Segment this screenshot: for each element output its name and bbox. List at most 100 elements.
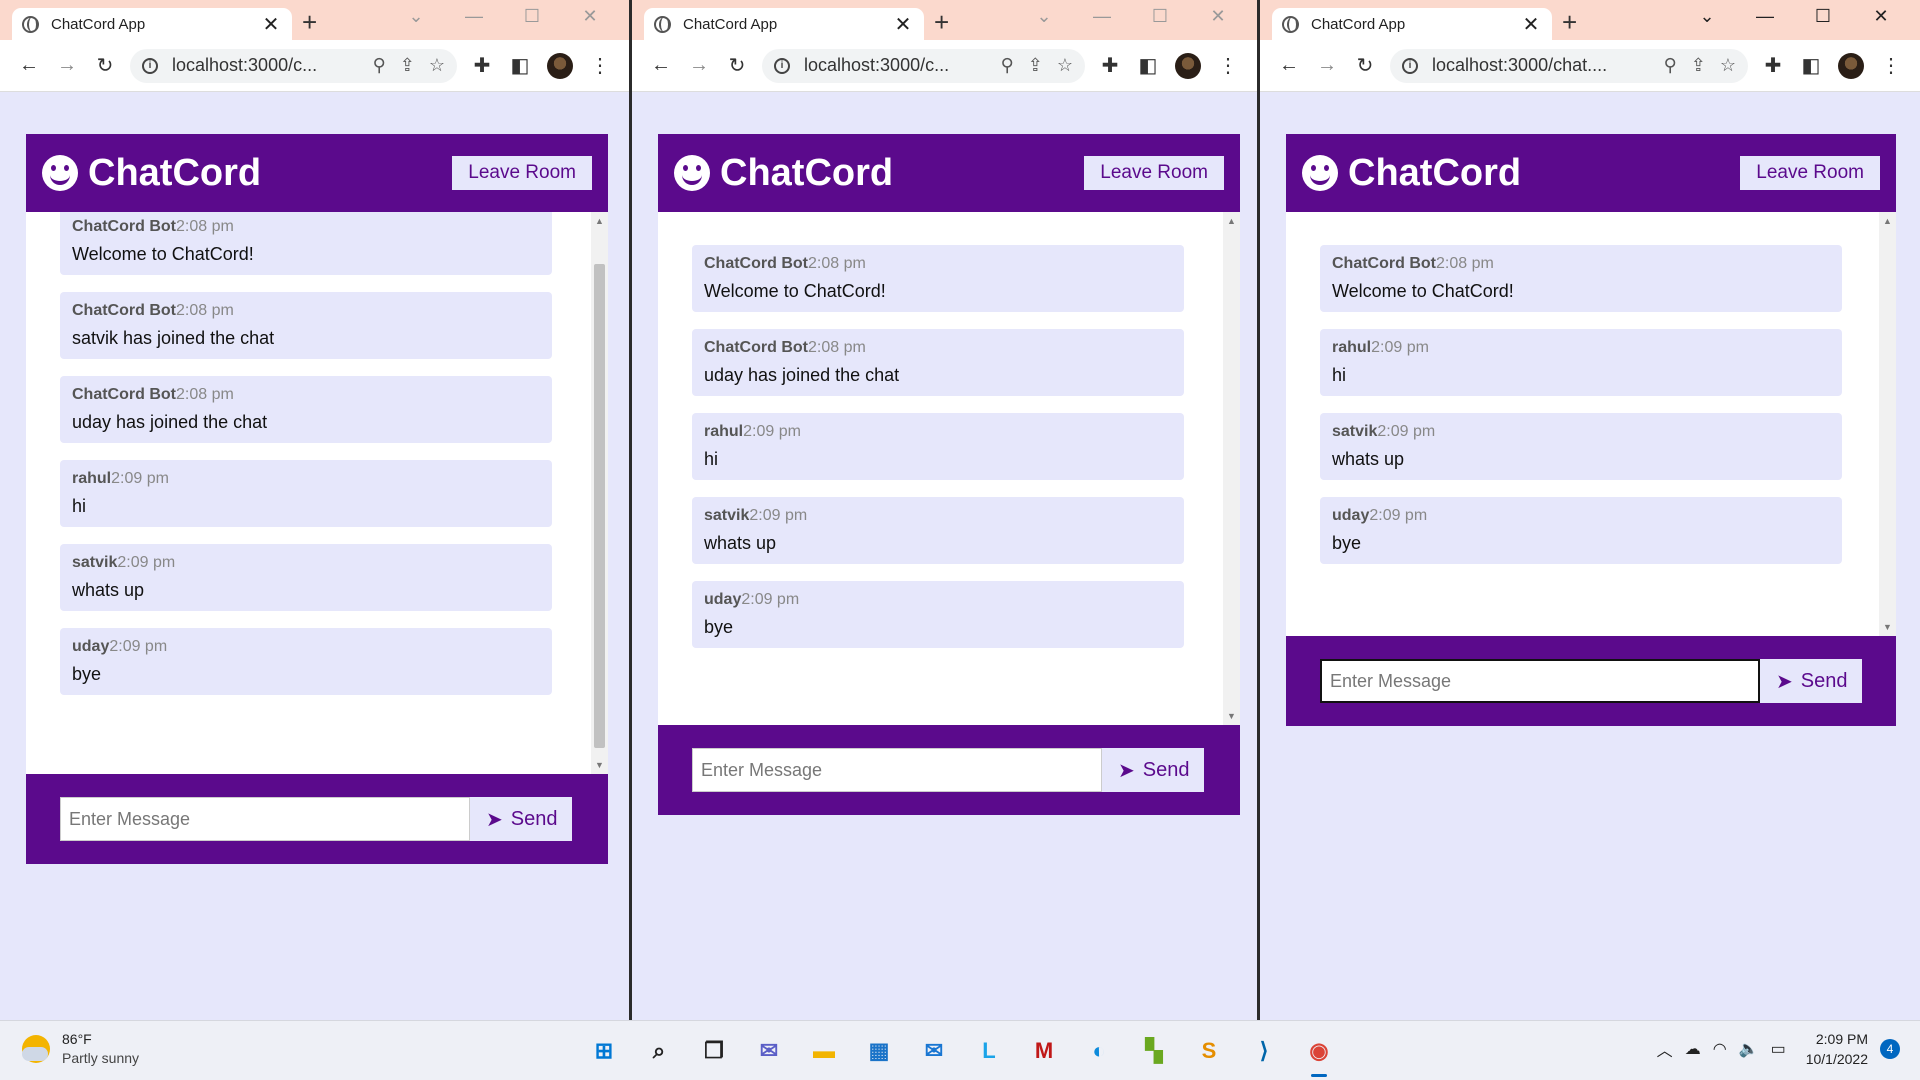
close-window-button[interactable]: ✕	[561, 6, 619, 27]
kebab-menu-icon[interactable]: ⋮	[1209, 53, 1247, 78]
close-window-button[interactable]: ✕	[1852, 6, 1910, 27]
chat-messages[interactable]: ChatCord Bot2:08 pm Welcome to ChatCord! r…	[1286, 212, 1896, 636]
mail-icon[interactable]: ✉	[916, 1033, 952, 1069]
back-icon[interactable]: ←	[642, 54, 680, 77]
message-input[interactable]	[60, 797, 470, 841]
scrollbar[interactable]: ▲ ▼	[591, 212, 608, 774]
forward-icon[interactable]: →	[680, 54, 718, 77]
browser-tab[interactable]: ChatCord App ✕	[644, 8, 924, 40]
scroll-up-arrow[interactable]: ▲	[1223, 216, 1240, 226]
share-icon[interactable]: ⇪	[1028, 55, 1043, 76]
reload-icon[interactable]: ↻	[718, 53, 756, 78]
browser-tab[interactable]: ChatCord App ✕	[1272, 8, 1552, 40]
zoom-icon[interactable]: ⚲	[1001, 55, 1014, 76]
leave-room-button[interactable]: Leave Room	[1084, 156, 1224, 190]
kebab-menu-icon[interactable]: ⋮	[1872, 53, 1910, 78]
info-icon[interactable]: i	[1402, 57, 1418, 74]
leave-room-button[interactable]: Leave Room	[452, 156, 592, 190]
send-button[interactable]: ➤ Send	[470, 797, 572, 841]
scroll-up-arrow[interactable]: ▲	[1879, 216, 1896, 226]
mcafee-icon[interactable]: M	[1026, 1033, 1062, 1069]
task-view-icon[interactable]: ❐	[696, 1033, 732, 1069]
message-input[interactable]	[692, 748, 1102, 792]
chat-messages[interactable]: ChatCord Bot2:08 pm Welcome to ChatCord! C…	[658, 212, 1240, 725]
l-app-icon[interactable]: L	[971, 1033, 1007, 1069]
scroll-down-arrow[interactable]: ▼	[591, 760, 608, 770]
reload-icon[interactable]: ↻	[86, 53, 124, 78]
tab-close-button[interactable]: ✕	[260, 12, 282, 37]
extensions-icon[interactable]: ✚	[1754, 53, 1792, 78]
info-icon[interactable]: i	[142, 57, 158, 74]
profile-avatar[interactable]	[547, 52, 573, 79]
new-tab-button[interactable]: +	[934, 9, 949, 35]
profile-avatar[interactable]	[1175, 52, 1201, 79]
maximize-button[interactable]: ☐	[503, 6, 561, 27]
scrollbar[interactable]: ▲ ▼	[1223, 212, 1240, 725]
scrollbar-thumb[interactable]	[594, 264, 605, 748]
scroll-down-arrow[interactable]: ▼	[1879, 622, 1896, 632]
speaker-icon[interactable]: 🔈	[1739, 1039, 1759, 1059]
forward-icon[interactable]: →	[48, 54, 86, 77]
extensions-icon[interactable]: ✚	[1091, 53, 1129, 78]
kebab-menu-icon[interactable]: ⋮	[581, 53, 619, 78]
forward-icon[interactable]: →	[1308, 54, 1346, 77]
side-panel-icon[interactable]: ◧	[1792, 53, 1830, 78]
tab-close-button[interactable]: ✕	[892, 12, 914, 37]
new-tab-button[interactable]: +	[302, 9, 317, 35]
chevron-down-icon[interactable]: ⌄	[387, 6, 445, 27]
address-bar[interactable]: i localhost:3000/chat.... ⚲ ⇪ ☆	[1390, 48, 1748, 83]
scroll-up-arrow[interactable]: ▲	[591, 216, 608, 226]
browser-tab[interactable]: ChatCord App ✕	[12, 8, 292, 40]
address-bar[interactable]: i localhost:3000/c... ⚲ ⇪ ☆	[762, 48, 1085, 83]
chevron-down-icon[interactable]: ⌄	[1015, 6, 1073, 27]
cloud-sync-icon[interactable]: ☁	[1685, 1039, 1701, 1059]
weather-widget[interactable]: 86°F Partly sunny	[22, 1031, 139, 1066]
chevron-down-icon[interactable]: ⌄	[1678, 6, 1736, 27]
leave-room-button[interactable]: Leave Room	[1740, 156, 1880, 190]
message-input[interactable]	[1320, 659, 1760, 703]
send-button[interactable]: ➤ Send	[1102, 748, 1204, 792]
share-icon[interactable]: ⇪	[1691, 55, 1706, 76]
vscode-icon[interactable]: ⟩	[1246, 1033, 1282, 1069]
edge-icon[interactable]: ◐	[1081, 1033, 1117, 1069]
zoom-icon[interactable]: ⚲	[1664, 55, 1677, 76]
tab-close-button[interactable]: ✕	[1520, 12, 1542, 37]
windows-start-icon[interactable]: ⊞	[586, 1033, 622, 1069]
colorful-app-icon[interactable]: ▚	[1136, 1033, 1172, 1069]
search-icon[interactable]: ⌕	[641, 1033, 677, 1069]
notification-badge[interactable]: 4	[1880, 1039, 1900, 1059]
side-panel-icon[interactable]: ◧	[1129, 53, 1167, 78]
battery-icon[interactable]: ▭	[1771, 1039, 1786, 1059]
maximize-button[interactable]: ☐	[1794, 6, 1852, 27]
zoom-icon[interactable]: ⚲	[373, 55, 386, 76]
minimize-button[interactable]: —	[445, 6, 503, 27]
info-icon[interactable]: i	[774, 57, 790, 74]
chevron-up-icon[interactable]: ︿	[1657, 1037, 1673, 1061]
clock[interactable]: 2:09 PM 10/1/2022	[1806, 1029, 1868, 1069]
send-button[interactable]: ➤ Send	[1760, 659, 1862, 703]
bookmark-star-icon[interactable]: ☆	[1057, 55, 1073, 76]
extensions-icon[interactable]: ✚	[463, 53, 501, 78]
reload-icon[interactable]: ↻	[1346, 53, 1384, 78]
chat-messages[interactable]: ChatCord Bot2:08 pm Welcome to ChatCord! C…	[26, 212, 608, 774]
side-panel-icon[interactable]: ◧	[501, 53, 539, 78]
wifi-icon[interactable]: ◠	[1713, 1039, 1727, 1059]
scrollbar[interactable]: ▲ ▼	[1879, 212, 1896, 636]
share-icon[interactable]: ⇪	[400, 55, 415, 76]
new-tab-button[interactable]: +	[1562, 9, 1577, 35]
sublime-icon[interactable]: S	[1191, 1033, 1227, 1069]
profile-avatar[interactable]	[1838, 52, 1864, 79]
bookmark-star-icon[interactable]: ☆	[1720, 55, 1736, 76]
address-bar[interactable]: i localhost:3000/c... ⚲ ⇪ ☆	[130, 48, 457, 83]
back-icon[interactable]: ←	[10, 54, 48, 77]
ms-store-icon[interactable]: ▦	[861, 1033, 897, 1069]
scroll-down-arrow[interactable]: ▼	[1223, 711, 1240, 721]
minimize-button[interactable]: —	[1736, 6, 1794, 27]
bookmark-star-icon[interactable]: ☆	[429, 55, 445, 76]
teams-chat-icon[interactable]: ✉	[751, 1033, 787, 1069]
back-icon[interactable]: ←	[1270, 54, 1308, 77]
chrome-icon[interactable]: ◉	[1301, 1033, 1337, 1077]
file-explorer-icon[interactable]: ▬	[806, 1033, 842, 1069]
maximize-button[interactable]: ☐	[1131, 6, 1189, 27]
minimize-button[interactable]: —	[1073, 6, 1131, 27]
